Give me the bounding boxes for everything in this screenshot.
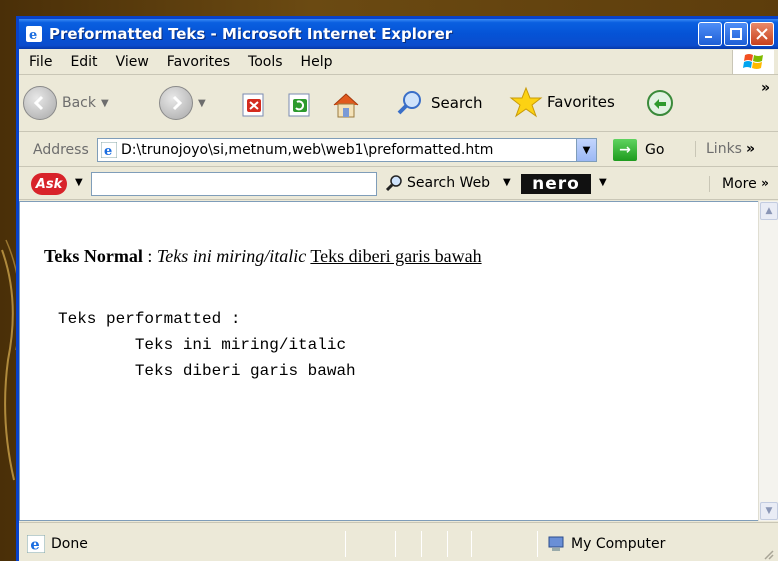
search-web-dropdown-icon[interactable]: ▼ <box>503 177 511 188</box>
bold-text: Teks Normal <box>44 246 143 266</box>
more-label: More <box>722 176 757 192</box>
home-button[interactable] <box>331 90 361 120</box>
close-button[interactable] <box>750 22 774 46</box>
svg-text:e: e <box>30 537 39 553</box>
search-label: Search <box>431 94 483 112</box>
menu-edit[interactable]: Edit <box>61 54 106 70</box>
address-input[interactable]: e D:\trunojoyo\si,metnum,web\web1\prefor… <box>97 138 597 162</box>
ie-window: e Preformatted Teks - Microsoft Internet… <box>16 16 778 561</box>
forward-dropdown-icon[interactable]: ▼ <box>198 98 206 109</box>
links-button[interactable]: Links» <box>695 141 755 157</box>
favorites-button[interactable]: Favorites <box>509 86 615 118</box>
close-icon <box>756 28 768 40</box>
search-icon <box>397 91 421 115</box>
search-icon <box>385 175 402 192</box>
more-chevron-icon: » <box>761 176 769 190</box>
svg-text:e: e <box>104 144 112 158</box>
refresh-button[interactable] <box>285 90 315 120</box>
media-button[interactable] <box>645 88 675 118</box>
ask-logo[interactable]: Ask <box>31 173 67 195</box>
status-divider <box>421 531 422 557</box>
toolbar-chevron-icon[interactable]: » <box>761 80 770 96</box>
home-icon <box>333 93 359 118</box>
scroll-up-icon[interactable]: ▲ <box>760 202 778 220</box>
minimize-icon <box>705 36 712 38</box>
nero-logo[interactable]: nero <box>521 174 591 194</box>
media-icon <box>647 90 673 116</box>
pre-line: Teks performatted : <box>58 310 241 328</box>
go-arrow-icon: → <box>613 139 637 161</box>
windows-logo-icon <box>732 50 774 74</box>
menu-favorites[interactable]: Favorites <box>158 54 239 70</box>
separator-text: : <box>142 246 157 266</box>
pre-line: Teks ini miring/italic <box>58 336 347 354</box>
status-divider <box>471 531 472 557</box>
status-done: e Done <box>27 535 88 553</box>
star-icon <box>509 86 543 118</box>
links-label: Links <box>706 141 742 157</box>
preformatted-block: Teks performatted : Teks ini miring/ital… <box>58 306 356 384</box>
italic-text: Teks ini miring/italic <box>156 246 307 266</box>
minimize-button[interactable] <box>698 22 722 46</box>
standard-toolbar: Back ▼ ▼ Search Favorites » <box>19 76 778 132</box>
menu-bar: File Edit View Favorites Tools Help <box>19 49 778 75</box>
resize-grip-icon[interactable] <box>762 548 774 560</box>
forward-arrow-icon <box>159 86 193 120</box>
menu-file[interactable]: File <box>19 54 61 70</box>
scroll-down-icon[interactable]: ▼ <box>760 502 778 520</box>
normal-text-line: Teks Normal : Teks ini miring/italic Tek… <box>44 246 482 267</box>
more-button[interactable]: More » <box>709 176 769 192</box>
search-button[interactable]: Search <box>395 88 483 118</box>
status-divider <box>345 531 346 557</box>
menu-view[interactable]: View <box>107 54 158 70</box>
back-arrow-icon <box>23 86 57 120</box>
status-divider <box>395 531 396 557</box>
status-divider <box>537 531 538 557</box>
favorites-label: Favorites <box>547 93 615 111</box>
forward-button[interactable]: ▼ <box>159 86 206 120</box>
address-bar: Address e D:\trunojoyo\si,metnum,web\web… <box>19 133 778 167</box>
zone-text: My Computer <box>571 536 666 552</box>
computer-icon <box>548 536 564 551</box>
search-web-label: Search Web <box>407 175 491 191</box>
back-dropdown-icon[interactable]: ▼ <box>101 98 109 109</box>
stop-icon <box>242 93 264 117</box>
status-divider <box>447 531 448 557</box>
address-label: Address <box>33 141 89 158</box>
ask-search-input[interactable] <box>91 172 377 196</box>
window-title: Preformatted Teks - Microsoft Internet E… <box>49 25 453 43</box>
underline-text: Teks diberi garis bawah <box>310 246 482 266</box>
maximize-icon <box>730 28 742 40</box>
go-button[interactable]: → Go <box>613 139 664 161</box>
refresh-icon <box>288 93 310 117</box>
ask-dropdown-icon[interactable]: ▼ <box>75 177 83 188</box>
menu-help[interactable]: Help <box>292 54 342 70</box>
page-content: Teks Normal : Teks ini miring/italic Tek… <box>19 201 761 521</box>
page-icon: e <box>101 142 117 158</box>
go-label: Go <box>645 142 665 158</box>
address-url: D:\trunojoyo\si,metnum,web\web1\preforma… <box>121 142 494 158</box>
page-icon: e <box>27 535 45 553</box>
svg-text:e: e <box>29 28 37 42</box>
ask-toolbar: Ask ▼ Search Web ▼ nero ▼ More » <box>19 168 778 200</box>
back-button[interactable]: Back ▼ <box>23 86 109 120</box>
vertical-scrollbar[interactable]: ▲ ▼ <box>758 201 778 521</box>
pre-line: Teks diberi garis bawah <box>58 362 356 380</box>
security-zone: My Computer <box>547 535 665 553</box>
search-web-button[interactable]: Search Web <box>385 174 490 192</box>
maximize-button[interactable] <box>724 22 748 46</box>
nero-dropdown-icon[interactable]: ▼ <box>599 177 607 188</box>
status-bar: e Done My Computer <box>19 522 778 561</box>
title-bar[interactable]: e Preformatted Teks - Microsoft Internet… <box>19 19 778 49</box>
back-label: Back <box>62 95 96 111</box>
ie-icon: e <box>25 25 43 43</box>
links-chevron-icon: » <box>745 141 756 157</box>
menu-tools[interactable]: Tools <box>239 54 292 70</box>
stop-button[interactable] <box>239 90 269 120</box>
status-text: Done <box>51 536 88 552</box>
address-dropdown-icon[interactable]: ▼ <box>576 139 596 161</box>
